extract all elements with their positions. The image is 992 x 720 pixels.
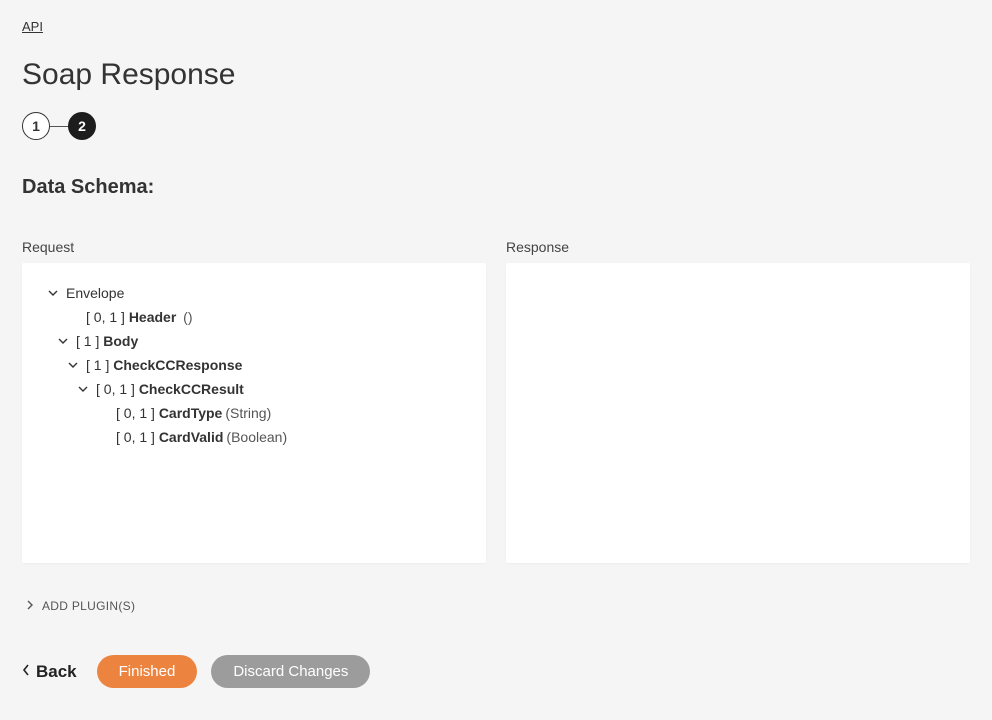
back-label: Back bbox=[36, 662, 77, 682]
tree-cardinality: [ 0, 1 ] bbox=[86, 305, 125, 329]
section-title-data-schema: Data Schema: bbox=[22, 176, 970, 199]
request-panel: Envelope [ 0, 1 ] Header () [ 1 ] Body bbox=[22, 263, 486, 563]
tree-node-body[interactable]: [ 1 ] Body bbox=[34, 329, 474, 353]
tree-label: CardValid bbox=[159, 425, 224, 449]
chevron-down-icon[interactable] bbox=[76, 384, 90, 394]
tree-node-cardvalid[interactable]: [ 0, 1 ] CardValid (Boolean) bbox=[34, 425, 474, 449]
tree-node-envelope[interactable]: Envelope bbox=[34, 281, 474, 305]
tree-cardinality: [ 1 ] bbox=[86, 353, 109, 377]
chevron-right-icon bbox=[26, 600, 34, 613]
tree-node-cardtype[interactable]: [ 0, 1 ] CardType (String) bbox=[34, 401, 474, 425]
back-button[interactable]: Back bbox=[22, 662, 77, 682]
tree-cardinality: [ 0, 1 ] bbox=[116, 425, 155, 449]
step-2[interactable]: 2 bbox=[68, 112, 96, 140]
response-panel bbox=[506, 263, 970, 563]
tree-cardinality: [ 1 ] bbox=[76, 329, 99, 353]
breadcrumb-api[interactable]: API bbox=[22, 19, 43, 34]
request-column: Request Envelope [ 0, 1 ] Header () bbox=[22, 239, 486, 563]
tree-type: () bbox=[183, 305, 192, 329]
add-plugins-label: ADD PLUGIN(S) bbox=[42, 599, 135, 613]
tree-label: Header bbox=[129, 305, 176, 329]
page-title: Soap Response bbox=[22, 58, 970, 92]
tree-label: CardType bbox=[159, 401, 223, 425]
chevron-down-icon[interactable] bbox=[46, 288, 60, 298]
response-column: Response bbox=[506, 239, 970, 563]
tree-label: Body bbox=[103, 329, 138, 353]
tree-label: CheckCCResult bbox=[139, 377, 244, 401]
discard-changes-button[interactable]: Discard Changes bbox=[211, 655, 370, 688]
tree-cardinality: [ 0, 1 ] bbox=[116, 401, 155, 425]
tree-node-checkccresult[interactable]: [ 0, 1 ] CheckCCResult bbox=[34, 377, 474, 401]
response-label: Response bbox=[506, 239, 970, 255]
footer-actions: Back Finished Discard Changes bbox=[22, 655, 970, 688]
stepper: 1 2 bbox=[22, 112, 970, 140]
step-connector bbox=[50, 126, 68, 127]
finished-button[interactable]: Finished bbox=[97, 655, 198, 688]
request-label: Request bbox=[22, 239, 486, 255]
chevron-left-icon bbox=[22, 664, 30, 679]
add-plugins-toggle[interactable]: ADD PLUGIN(S) bbox=[22, 599, 970, 613]
tree-label: CheckCCResponse bbox=[113, 353, 242, 377]
chevron-down-icon[interactable] bbox=[56, 336, 70, 346]
tree-type: (Boolean) bbox=[226, 425, 287, 449]
tree-node-header[interactable]: [ 0, 1 ] Header () bbox=[34, 305, 474, 329]
chevron-down-icon[interactable] bbox=[66, 360, 80, 370]
tree-label: Envelope bbox=[66, 281, 124, 305]
tree-node-checkccresponse[interactable]: [ 1 ] CheckCCResponse bbox=[34, 353, 474, 377]
tree-cardinality: [ 0, 1 ] bbox=[96, 377, 135, 401]
tree-type: (String) bbox=[225, 401, 271, 425]
step-1[interactable]: 1 bbox=[22, 112, 50, 140]
